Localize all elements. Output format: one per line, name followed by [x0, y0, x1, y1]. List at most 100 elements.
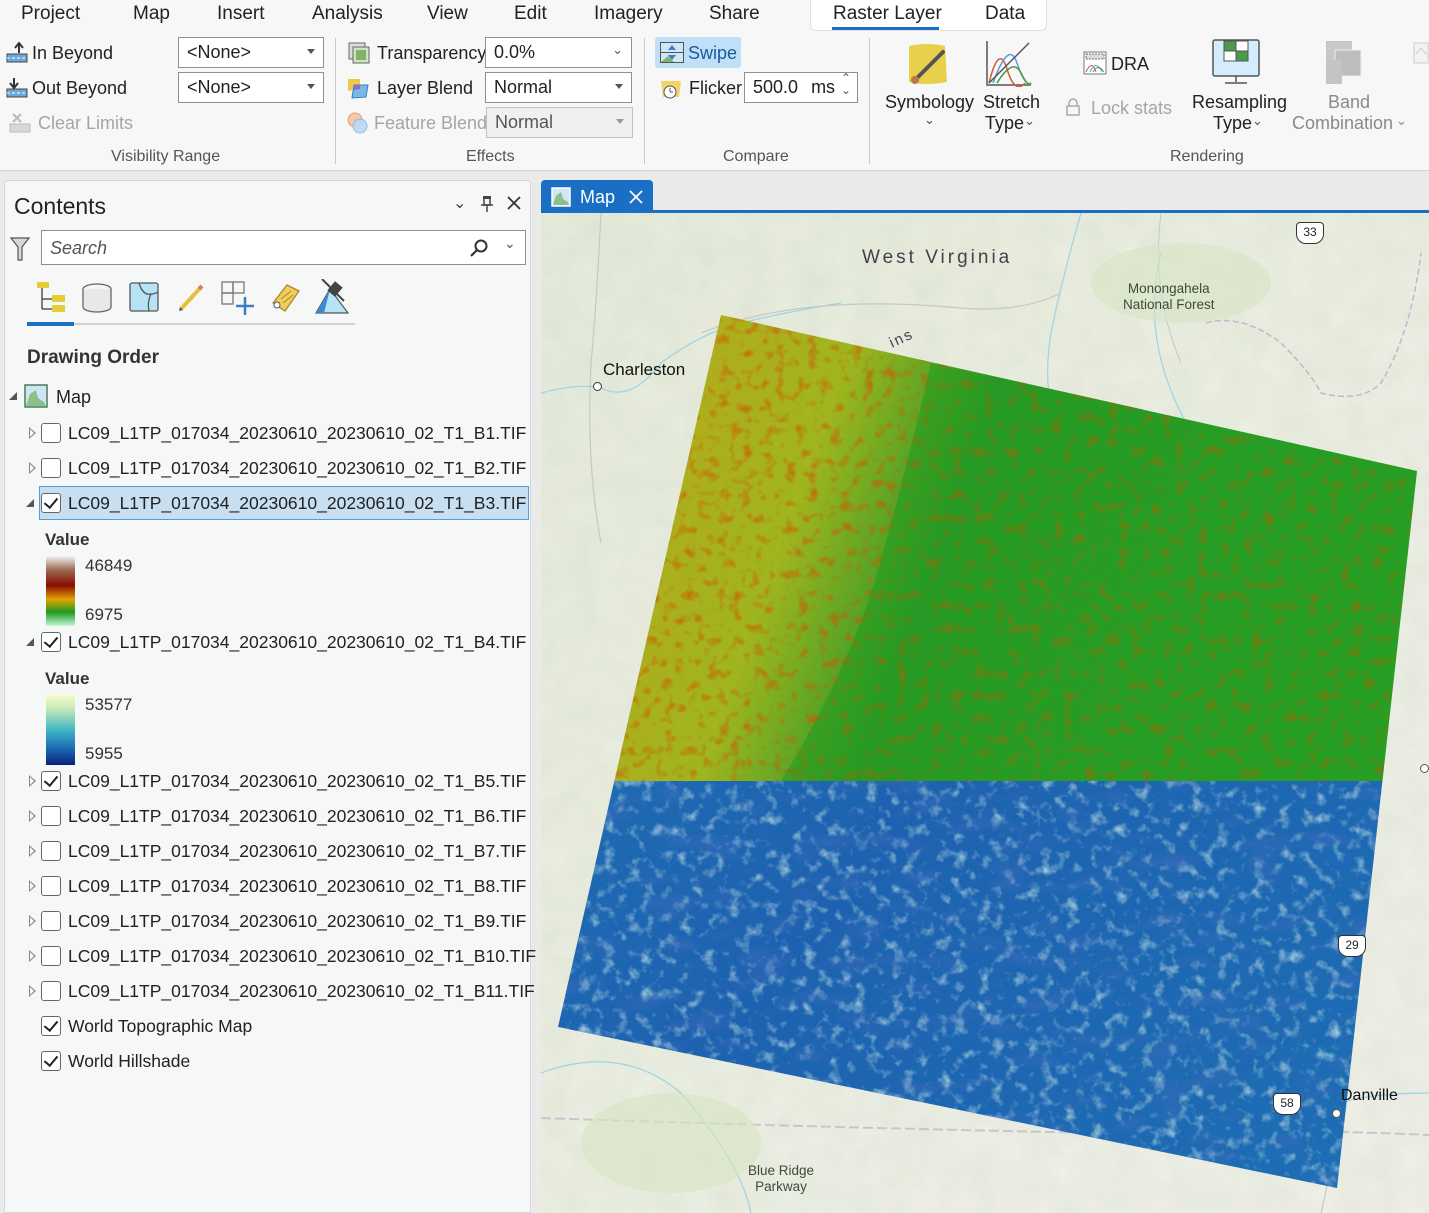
tab-imagery[interactable]: Imagery — [594, 3, 663, 25]
chevron-down-icon: ⌄ — [612, 42, 623, 57]
spin-down-icon[interactable]: ⌄ — [841, 83, 851, 97]
basemap-layer-item[interactable]: World Topographic Map — [5, 1010, 527, 1042]
close-pane-icon[interactable] — [507, 196, 521, 210]
out-beyond-icon — [6, 78, 28, 98]
layer-name: LC09_L1TP_017034_20230610_20230610_02_T1… — [68, 771, 527, 791]
tab-raster-layer[interactable]: Raster Layer — [833, 3, 942, 25]
out-beyond-dropdown[interactable]: <None> — [178, 72, 324, 103]
layer-visibility-checkbox[interactable] — [41, 841, 61, 861]
pane-options-chevron-icon[interactable]: ⌄ — [453, 193, 466, 213]
layer-visibility-checkbox[interactable] — [41, 806, 61, 826]
expand-triangle-icon[interactable] — [29, 950, 36, 962]
raster-layer-item[interactable]: LC09_L1TP_017034_20230610_20230610_02_T1… — [5, 452, 527, 484]
tab-edit[interactable]: Edit — [514, 3, 547, 25]
raster-layer-item[interactable]: LC09_L1TP_017034_20230610_20230610_02_T1… — [5, 417, 527, 449]
expand-triangle-icon[interactable] — [29, 810, 36, 822]
collapse-triangle-icon[interactable] — [26, 638, 34, 646]
overflow-tool-icon[interactable] — [1413, 42, 1429, 64]
raster-layer-item[interactable]: LC09_L1TP_017034_20230610_20230610_02_T1… — [5, 975, 535, 1007]
list-by-editing-icon[interactable] — [176, 283, 206, 313]
raster-layer-item[interactable]: LC09_L1TP_017034_20230610_20230610_02_T1… — [5, 905, 527, 937]
layer-visibility-checkbox[interactable] — [41, 771, 61, 791]
expand-triangle-icon[interactable] — [29, 845, 36, 857]
resampling-label-1: Resampling — [1192, 92, 1288, 112]
expand-triangle-icon[interactable] — [29, 985, 36, 997]
expand-triangle-icon[interactable] — [29, 462, 36, 474]
list-by-snapping-icon[interactable] — [221, 281, 257, 315]
layer-visibility-checkbox[interactable] — [41, 1016, 61, 1036]
layer-visibility-checkbox[interactable] — [41, 632, 61, 652]
list-by-selection-icon[interactable] — [129, 282, 159, 312]
park-label-blue-ridge: Blue Ridge Parkway — [748, 1163, 814, 1195]
legend-max-value: 46849 — [85, 556, 133, 575]
color-ramp-swatch — [46, 556, 75, 626]
map-view-tab[interactable]: Map — [541, 180, 653, 212]
view-tab-track — [27, 323, 355, 325]
list-by-perspective-imagery-icon[interactable] — [314, 279, 350, 315]
city-label-charleston: Charleston — [603, 360, 686, 379]
expand-triangle-icon[interactable] — [29, 915, 36, 927]
tab-data[interactable]: Data — [985, 3, 1025, 25]
raster-layer-item[interactable]: LC09_L1TP_017034_20230610_20230610_02_T1… — [5, 870, 527, 902]
layer-visibility-checkbox[interactable] — [41, 423, 61, 443]
search-input[interactable]: Search ⌄ — [41, 230, 526, 265]
layer-visibility-checkbox[interactable] — [41, 911, 61, 931]
raster-layer-item[interactable]: LC09_L1TP_017034_20230610_20230610_02_T1… — [5, 800, 527, 832]
list-by-drawing-order-icon[interactable] — [34, 281, 68, 315]
layer-visibility-checkbox[interactable] — [41, 458, 61, 478]
collapse-triangle-icon[interactable] — [9, 392, 17, 400]
in-beyond-value: <None> — [187, 42, 252, 62]
layer-visibility-checkbox[interactable] — [41, 946, 61, 966]
expand-triangle-icon[interactable] — [29, 427, 36, 439]
raster-layer-item[interactable]: LC09_L1TP_017034_20230610_20230610_02_T1… — [5, 835, 527, 867]
group-separator — [335, 38, 336, 164]
compare-group-label: Compare — [723, 148, 789, 165]
swipe-button[interactable]: Swipe — [655, 37, 741, 68]
tab-insert[interactable]: Insert — [217, 3, 265, 25]
map-node[interactable]: Map — [5, 382, 525, 414]
active-tab-indicator — [832, 27, 939, 30]
layer-name: World Topographic Map — [68, 1016, 253, 1036]
search-icon[interactable] — [470, 239, 488, 257]
expand-triangle-icon[interactable] — [29, 880, 36, 892]
raster-layer-item[interactable]: LC09_L1TP_017034_20230610_20230610_02_T1… — [5, 940, 536, 972]
raster-layer-item[interactable]: LC09_L1TP_017034_20230610_20230610_02_T1… — [5, 626, 527, 658]
dropdown-arrow-icon — [307, 49, 315, 54]
map-canvas[interactable]: West Virginia ins Charleston Monongahela… — [541, 213, 1429, 1213]
feature-blend-dropdown[interactable]: Normal — [486, 107, 633, 138]
raster-layer-item[interactable]: LC09_L1TP_017034_20230610_20230610_02_T1… — [5, 486, 529, 520]
list-by-data-source-icon[interactable] — [81, 283, 113, 313]
flicker-icon — [661, 81, 681, 99]
tab-analysis[interactable]: Analysis — [312, 3, 383, 25]
stretch-type-icon — [986, 41, 1032, 87]
flicker-interval-spinner[interactable]: 500.0 ms ⌃ ⌄ — [744, 71, 858, 103]
tab-share[interactable]: Share — [709, 3, 760, 25]
pin-icon[interactable] — [481, 195, 493, 213]
tab-map[interactable]: Map — [133, 3, 170, 25]
layer-visibility-checkbox[interactable] — [41, 981, 61, 1001]
list-by-labeling-icon[interactable] — [267, 281, 301, 315]
transparency-dropdown[interactable]: 0.0% ⌄ — [485, 37, 632, 68]
layer-visibility-checkbox[interactable] — [41, 1051, 61, 1071]
park-label-line-2: National Forest — [1123, 297, 1215, 312]
raster-layer-item[interactable]: LC09_L1TP_017034_20230610_20230610_02_T1… — [5, 765, 527, 797]
search-options-chevron-icon[interactable]: ⌄ — [504, 235, 516, 252]
expand-triangle-icon[interactable] — [29, 775, 36, 787]
swipe-icon — [660, 42, 684, 63]
legend-title: Value — [45, 530, 90, 549]
in-beyond-dropdown[interactable]: <None> — [178, 37, 324, 68]
layer-visibility-checkbox[interactable] — [41, 493, 61, 513]
filter-icon[interactable] — [10, 237, 30, 261]
layer-visibility-checkbox[interactable] — [41, 876, 61, 896]
lock-icon — [1066, 98, 1080, 116]
contents-title: Contents — [14, 193, 107, 219]
tab-project[interactable]: Project — [21, 3, 80, 25]
tab-view[interactable]: View — [427, 3, 468, 25]
basemap-layer-item[interactable]: World Hillshade — [5, 1045, 527, 1077]
layer-blend-dropdown[interactable]: Normal — [485, 72, 632, 103]
color-ramp-swatch — [46, 695, 75, 765]
ribbon: Project Map Insert Analysis View Edit Im… — [0, 0, 1429, 171]
us-route-33-shield: 33 — [1296, 222, 1324, 244]
collapse-triangle-icon[interactable] — [26, 499, 34, 507]
close-tab-icon[interactable] — [629, 190, 643, 204]
